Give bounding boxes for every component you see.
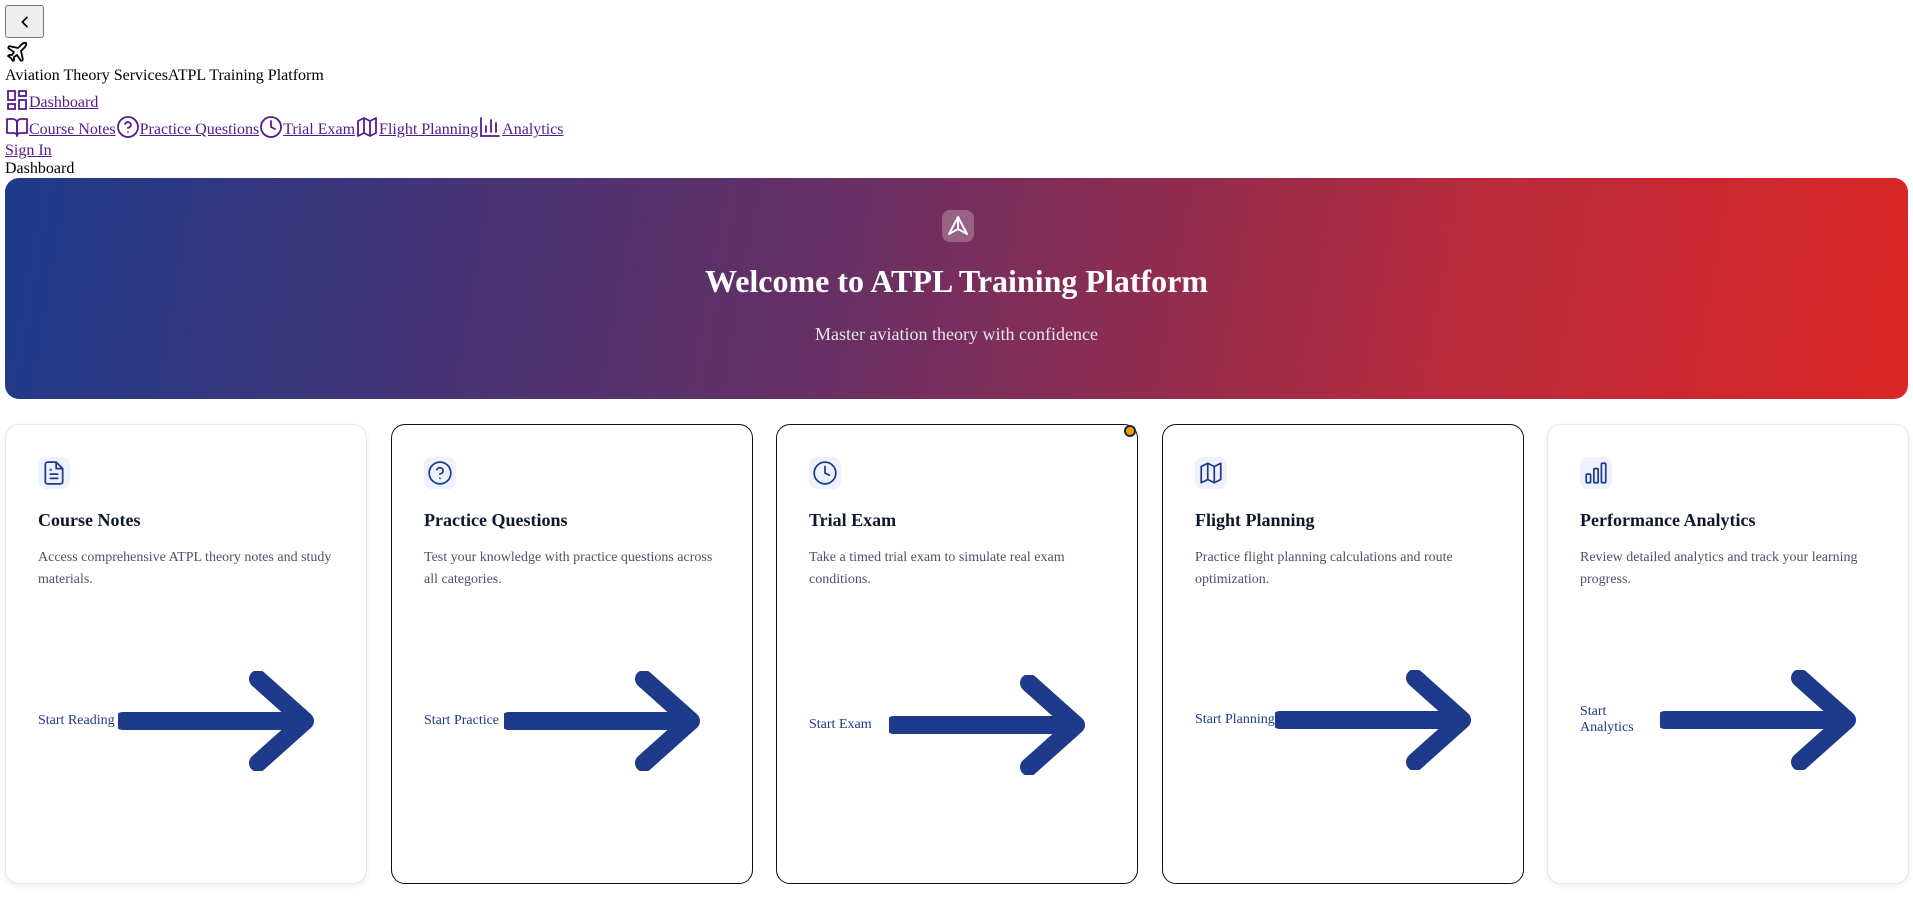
start-reading-button[interactable]: Start Reading bbox=[38, 671, 318, 771]
help-circle-icon bbox=[424, 457, 456, 489]
card-description: Review detailed analytics and track your… bbox=[1580, 550, 1858, 587]
book-open-icon bbox=[6, 118, 28, 137]
brand-product: ATPL Training Platform bbox=[167, 67, 324, 84]
welcome-banner: Welcome to ATPL Training Platform Master… bbox=[5, 178, 1908, 399]
back-button[interactable] bbox=[5, 5, 44, 38]
map-icon bbox=[357, 117, 377, 137]
card-trial-exam[interactable]: Trial Exam Take a timed trial exam to si… bbox=[776, 424, 1138, 884]
nav-label-practice-questions: Practice Questions bbox=[139, 121, 260, 138]
card-title: Performance Analytics bbox=[1580, 510, 1756, 530]
brand: Aviation Theory ServicesATPL Training Pl… bbox=[5, 67, 324, 85]
nav-label-course-notes: Course Notes bbox=[29, 121, 116, 138]
sign-in-link[interactable]: Sign In bbox=[5, 142, 52, 160]
card-title: Trial Exam bbox=[809, 510, 897, 530]
dashboard-grid-icon bbox=[7, 90, 27, 110]
nav-link-practice-questions[interactable]: Practice Questions bbox=[116, 115, 260, 139]
clock-icon bbox=[809, 457, 841, 489]
nav-label-flight-planning: Flight Planning bbox=[379, 121, 479, 138]
bar-chart-icon bbox=[1580, 457, 1612, 489]
bar-chart-icon bbox=[480, 117, 501, 137]
start-practice-button[interactable]: Start Practice bbox=[424, 671, 704, 771]
card-performance-analytics[interactable]: Performance Analytics Review detailed an… bbox=[1547, 424, 1909, 884]
card-title: Flight Planning bbox=[1195, 510, 1315, 530]
nav-link-analytics[interactable]: Analytics bbox=[478, 115, 564, 139]
map-icon bbox=[1195, 457, 1227, 489]
cta-label: Start Analytics bbox=[1580, 704, 1634, 735]
arrow-right-icon bbox=[1660, 670, 1856, 770]
card-title: Practice Questions bbox=[424, 510, 568, 530]
card-description: Test your knowledge with practice questi… bbox=[424, 550, 713, 587]
nav-link-flight-planning[interactable]: Flight Planning bbox=[355, 115, 478, 139]
arrow-right-icon bbox=[504, 671, 700, 771]
start-planning-button[interactable]: Start Planning bbox=[1195, 670, 1475, 770]
nav-link-trial-exam[interactable]: Trial Exam bbox=[259, 115, 355, 139]
card-title: Course Notes bbox=[38, 510, 141, 530]
arrow-right-icon bbox=[889, 675, 1085, 775]
nav-link-dashboard[interactable]: Dashboard bbox=[5, 88, 98, 112]
nav-link-course-notes[interactable]: Course Notes bbox=[5, 115, 116, 139]
card-description: Access comprehensive ATPL theory notes a… bbox=[38, 550, 332, 587]
clock-icon bbox=[260, 116, 283, 138]
cta-label: Start Planning bbox=[1195, 712, 1275, 727]
card-flight-planning[interactable]: Flight Planning Practice flight planning… bbox=[1162, 424, 1524, 884]
cta-label: Start Exam bbox=[809, 717, 872, 732]
chevron-left-icon bbox=[21, 15, 28, 27]
card-description: Practice flight planning calculations an… bbox=[1195, 550, 1453, 587]
navigation-triangle-icon bbox=[942, 210, 974, 242]
brand-company: Aviation Theory Services bbox=[5, 67, 168, 84]
nav-label-dashboard: Dashboard bbox=[29, 94, 99, 111]
cta-label: Start Practice bbox=[424, 713, 500, 728]
help-circle-icon bbox=[116, 116, 139, 138]
start-analytics-button[interactable]: Start Analytics bbox=[1580, 670, 1860, 770]
arrow-right-icon bbox=[118, 671, 314, 771]
card-practice-questions[interactable]: Practice Questions Test your knowledge w… bbox=[391, 424, 753, 884]
nav-label-trial-exam: Trial Exam bbox=[283, 121, 356, 138]
hero-subtitle: Master aviation theory with confidence bbox=[815, 324, 1098, 344]
hero-title: Welcome to ATPL Training Platform bbox=[704, 263, 1209, 299]
start-exam-button[interactable]: Start Exam bbox=[809, 675, 1089, 775]
nav-label-analytics: Analytics bbox=[502, 121, 564, 138]
breadcrumb: Dashboard bbox=[5, 160, 75, 177]
cta-label: Start Reading bbox=[38, 713, 115, 728]
card-course-notes[interactable]: Course Notes Access comprehensive ATPL t… bbox=[5, 424, 367, 884]
plane-icon bbox=[7, 41, 28, 62]
card-description: Take a timed trial exam to simulate real… bbox=[809, 550, 1065, 587]
arrow-right-icon bbox=[1275, 670, 1471, 770]
notification-dot bbox=[1124, 425, 1136, 437]
file-text-icon bbox=[38, 457, 70, 489]
